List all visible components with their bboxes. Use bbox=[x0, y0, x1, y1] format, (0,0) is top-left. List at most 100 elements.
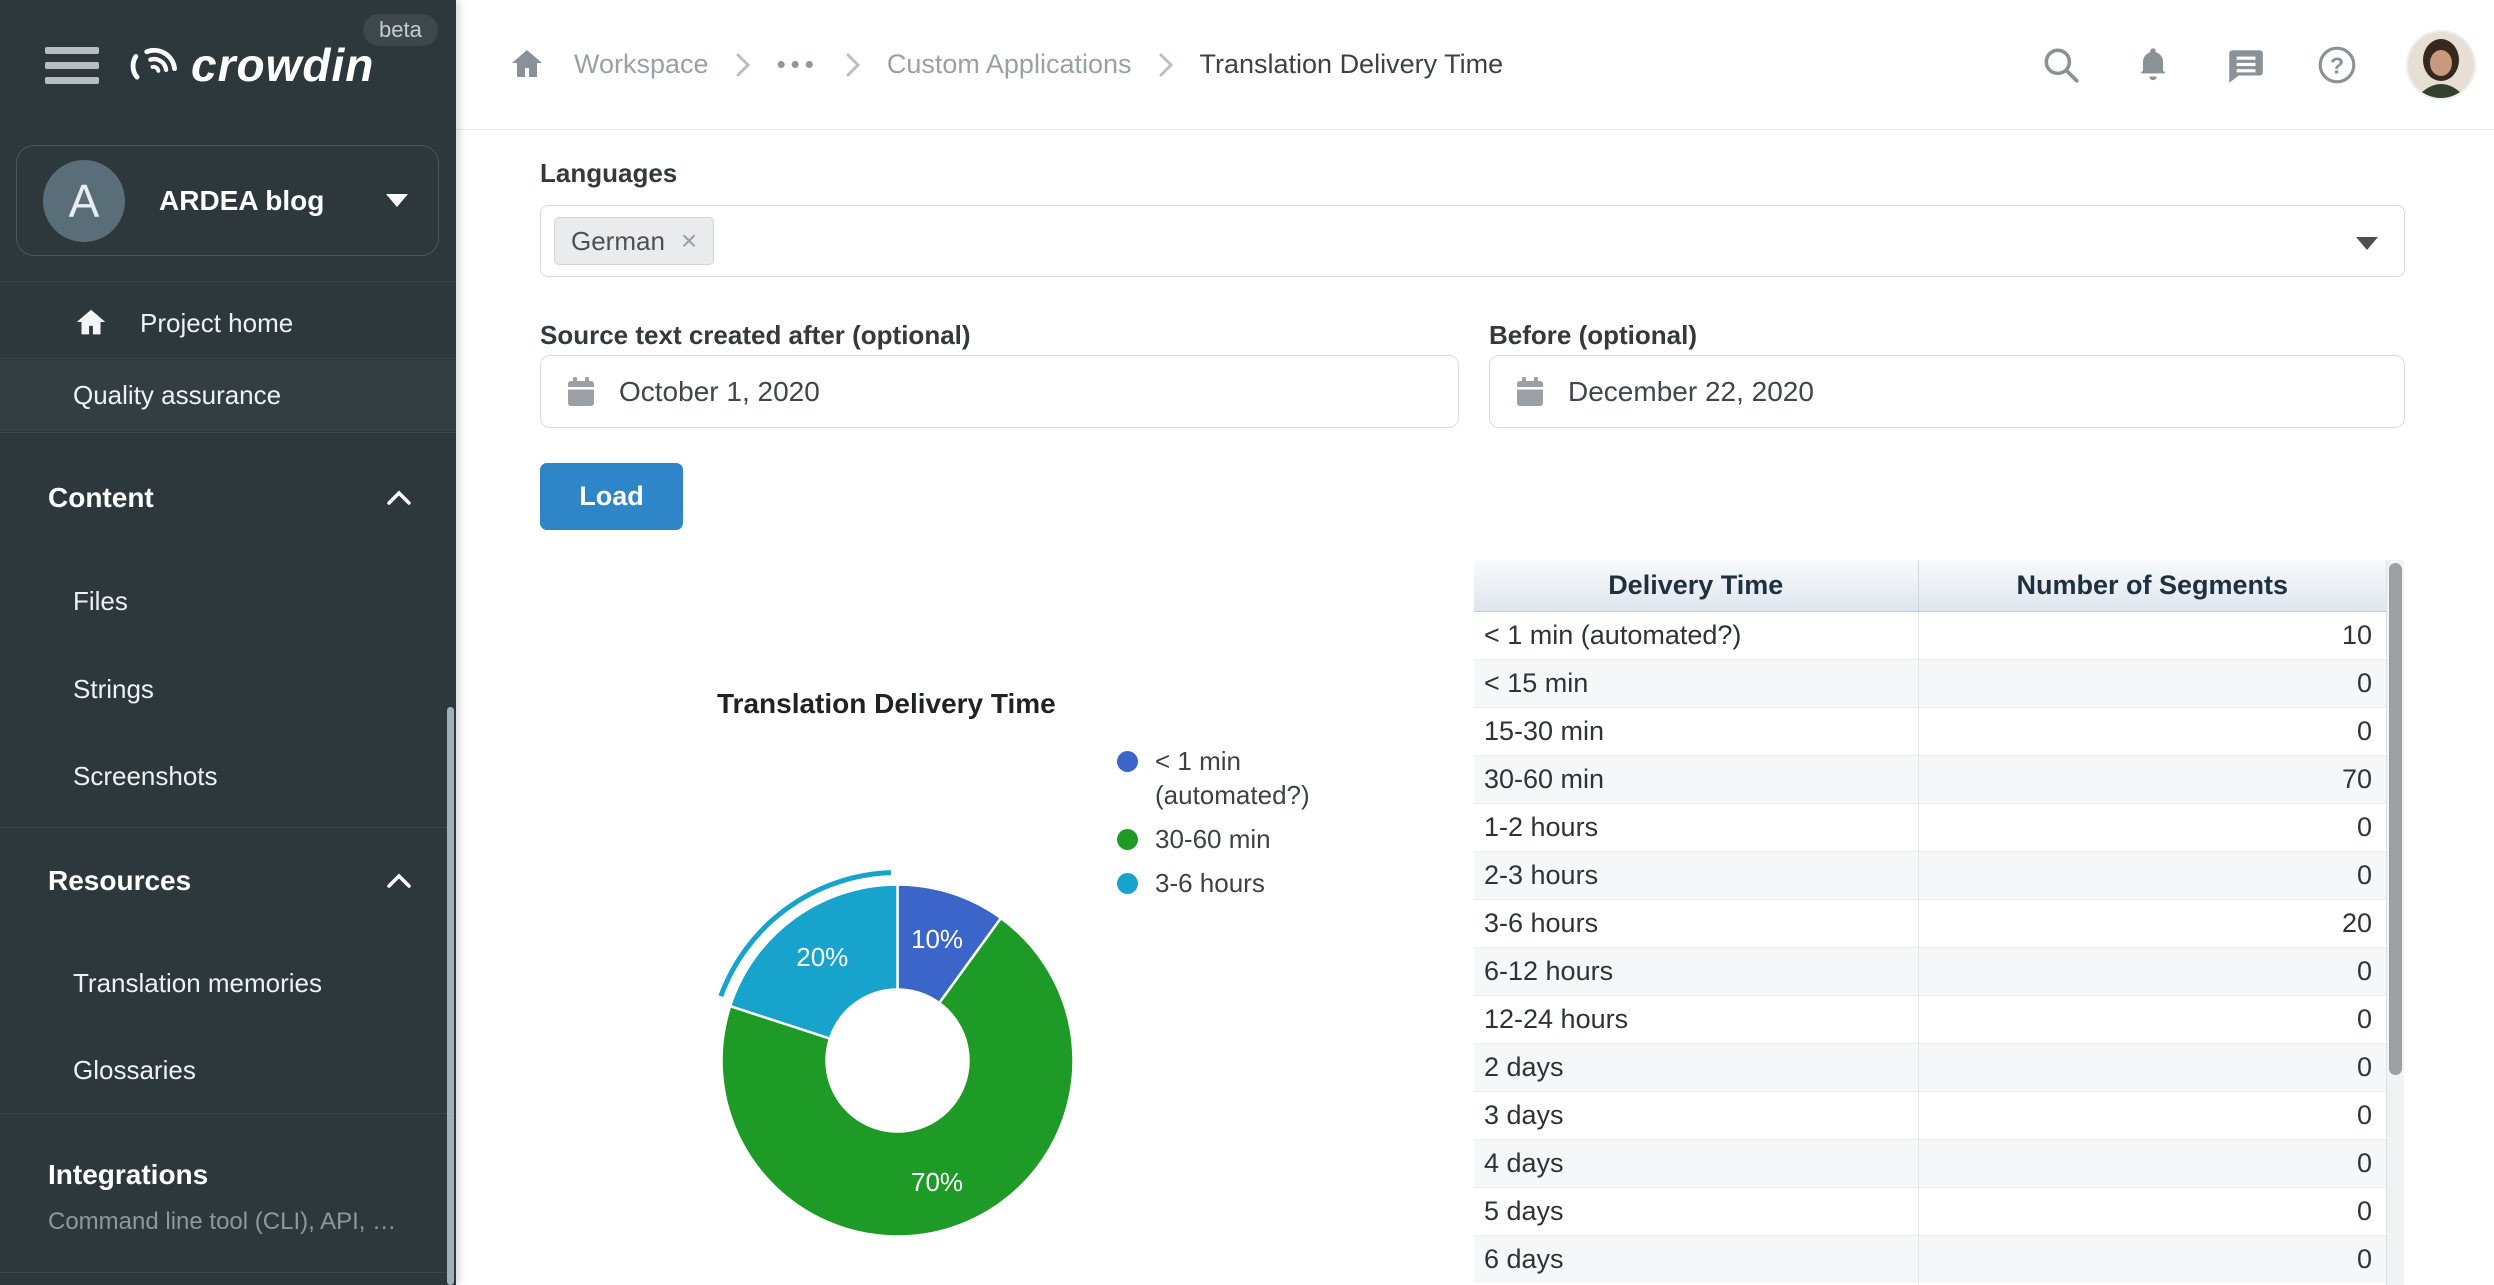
divider bbox=[0, 281, 456, 282]
table-row[interactable]: < 15 min0 bbox=[1474, 660, 2386, 708]
section-label: Integrations bbox=[48, 1159, 208, 1191]
table-row[interactable]: 6 days0 bbox=[1474, 1236, 2386, 1284]
delivery-time-cell: 4 days bbox=[1474, 1140, 1918, 1188]
messages-chat-icon[interactable] bbox=[2224, 44, 2266, 86]
pie-percent-label: 20% bbox=[796, 942, 848, 972]
table-row[interactable]: 15-30 min0 bbox=[1474, 708, 2386, 756]
segments-cell: 0 bbox=[1918, 1092, 2386, 1140]
segments-cell: 0 bbox=[1918, 804, 2386, 852]
sidebar-item-label: Files bbox=[73, 586, 128, 617]
breadcrumb-workspace[interactable]: Workspace bbox=[574, 49, 709, 80]
table-scrollbar-track[interactable] bbox=[2386, 560, 2404, 1285]
project-switcher[interactable]: A ARDEA blog bbox=[16, 145, 439, 256]
sidebar: crowdin beta A ARDEA blog Project home Q… bbox=[0, 0, 456, 1285]
before-input[interactable]: December 22, 2020 bbox=[1489, 355, 2405, 428]
home-icon[interactable] bbox=[506, 45, 548, 85]
sidebar-item-translation-memories[interactable]: Translation memories bbox=[0, 958, 456, 1008]
column-header-number-of-segments[interactable]: Number of Segments bbox=[1918, 560, 2386, 612]
before-value: December 22, 2020 bbox=[1568, 376, 1814, 408]
delivery-time-cell: 5 days bbox=[1474, 1188, 1918, 1236]
sidebar-section-content[interactable]: Content bbox=[0, 470, 456, 526]
legend-dot-icon bbox=[1117, 873, 1138, 894]
search-icon[interactable] bbox=[2040, 44, 2082, 86]
created-after-input[interactable]: October 1, 2020 bbox=[540, 355, 1459, 428]
sidebar-item-screenshots[interactable]: Screenshots bbox=[0, 751, 456, 801]
delivery-time-cell: < 1 min (automated?) bbox=[1474, 612, 1918, 660]
languages-select[interactable]: German × bbox=[540, 205, 2405, 277]
segments-cell: 20 bbox=[1918, 900, 2386, 948]
segments-cell: 70 bbox=[1918, 756, 2386, 804]
table-header-row: Delivery Time Number of Segments bbox=[1474, 560, 2386, 612]
table-row[interactable]: 3 days0 bbox=[1474, 1092, 2386, 1140]
table-row[interactable]: 6-12 hours0 bbox=[1474, 948, 2386, 996]
notifications-bell-icon[interactable] bbox=[2132, 44, 2174, 86]
delivery-time-cell: 2-3 hours bbox=[1474, 852, 1918, 900]
topbar-icons: ? bbox=[2040, 32, 2474, 98]
delivery-time-cell: 6-12 hours bbox=[1474, 948, 1918, 996]
delivery-time-cell: < 15 min bbox=[1474, 660, 1918, 708]
table-row[interactable]: 3-6 hours20 bbox=[1474, 900, 2386, 948]
menu-hamburger-icon[interactable] bbox=[45, 47, 99, 84]
sidebar-item-quality-assurance[interactable]: Quality assurance bbox=[0, 360, 456, 431]
legend-label: 3-6 hours bbox=[1155, 866, 1265, 900]
sidebar-item-strings[interactable]: Strings bbox=[0, 664, 456, 714]
segments-cell: 0 bbox=[1918, 708, 2386, 756]
pie-percent-label: 10% bbox=[911, 924, 963, 954]
table-row[interactable]: 30-60 min70 bbox=[1474, 756, 2386, 804]
table-scrollbar-thumb[interactable] bbox=[2389, 563, 2402, 1075]
sidebar-item-label: Quality assurance bbox=[73, 380, 281, 411]
segments-cell: 0 bbox=[1918, 1188, 2386, 1236]
table-row[interactable]: < 1 min (automated?)10 bbox=[1474, 612, 2386, 660]
sidebar-item-label: Translation memories bbox=[73, 968, 322, 999]
help-icon[interactable]: ? bbox=[2316, 44, 2358, 86]
calendar-icon bbox=[565, 376, 597, 408]
table-row[interactable]: 2 days0 bbox=[1474, 1044, 2386, 1092]
sidebar-item-project-home[interactable]: Project home bbox=[0, 288, 456, 358]
load-button[interactable]: Load bbox=[540, 463, 683, 530]
breadcrumb-custom-applications[interactable]: Custom Applications bbox=[887, 49, 1132, 80]
sidebar-item-files[interactable]: Files bbox=[0, 576, 456, 626]
segments-cell: 0 bbox=[1918, 852, 2386, 900]
sidebar-section-integrations[interactable]: Integrations bbox=[0, 1147, 456, 1203]
sidebar-scrollbar-thumb[interactable] bbox=[447, 707, 454, 1285]
legend-item[interactable]: < 1 min (automated?) bbox=[1117, 744, 1362, 812]
table-row[interactable]: 4 days0 bbox=[1474, 1140, 2386, 1188]
breadcrumb-ellipsis[interactable]: ••• bbox=[777, 49, 819, 80]
crowdin-logo-icon bbox=[125, 36, 183, 94]
remove-tag-icon[interactable]: × bbox=[681, 227, 697, 255]
segments-cell: 0 bbox=[1918, 1140, 2386, 1188]
page: { "app": { "brand": "crowdin", "beta_bad… bbox=[0, 0, 2494, 1285]
divider bbox=[0, 432, 456, 433]
chevron-down-icon bbox=[386, 194, 408, 207]
sidebar-item-glossaries[interactable]: Glossaries bbox=[0, 1045, 456, 1095]
chart-legend: < 1 min (automated?) 30-60 min 3-6 hours bbox=[1117, 744, 1362, 900]
table-row[interactable]: 12-24 hours0 bbox=[1474, 996, 2386, 1044]
segments-cell: 10 bbox=[1918, 612, 2386, 660]
table-row[interactable]: 1-2 hours0 bbox=[1474, 804, 2386, 852]
project-avatar: A bbox=[43, 160, 125, 242]
crowdin-logo[interactable]: crowdin bbox=[125, 36, 374, 94]
project-name: ARDEA blog bbox=[159, 185, 386, 217]
topbar: Workspace ••• Custom Applications Transl… bbox=[456, 0, 2494, 130]
delivery-time-cell: 3-6 hours bbox=[1474, 900, 1918, 948]
results-table: Delivery Time Number of Segments < 1 min… bbox=[1474, 560, 2404, 1285]
section-label: Content bbox=[48, 482, 154, 514]
table-row[interactable]: 2-3 hours0 bbox=[1474, 852, 2386, 900]
legend-item[interactable]: 3-6 hours bbox=[1117, 866, 1362, 900]
delivery-time-cell: 3 days bbox=[1474, 1092, 1918, 1140]
legend-item[interactable]: 30-60 min bbox=[1117, 822, 1362, 856]
divider bbox=[0, 1272, 456, 1273]
languages-label: Languages bbox=[540, 158, 677, 189]
legend-dot-icon bbox=[1117, 829, 1138, 850]
donut-chart[interactable]: 10%70%20% bbox=[695, 858, 1100, 1263]
delivery-time-cell: 6 days bbox=[1474, 1236, 1918, 1284]
language-tag-label: German bbox=[571, 226, 665, 257]
language-tag-german[interactable]: German × bbox=[554, 217, 714, 265]
sidebar-item-label: Screenshots bbox=[73, 761, 218, 792]
user-avatar[interactable] bbox=[2408, 32, 2474, 98]
sidebar-section-resources[interactable]: Resources bbox=[0, 853, 456, 909]
chevron-up-icon bbox=[386, 489, 412, 507]
column-header-delivery-time[interactable]: Delivery Time bbox=[1474, 560, 1918, 612]
table-row[interactable]: 5 days0 bbox=[1474, 1188, 2386, 1236]
divider bbox=[0, 827, 456, 828]
